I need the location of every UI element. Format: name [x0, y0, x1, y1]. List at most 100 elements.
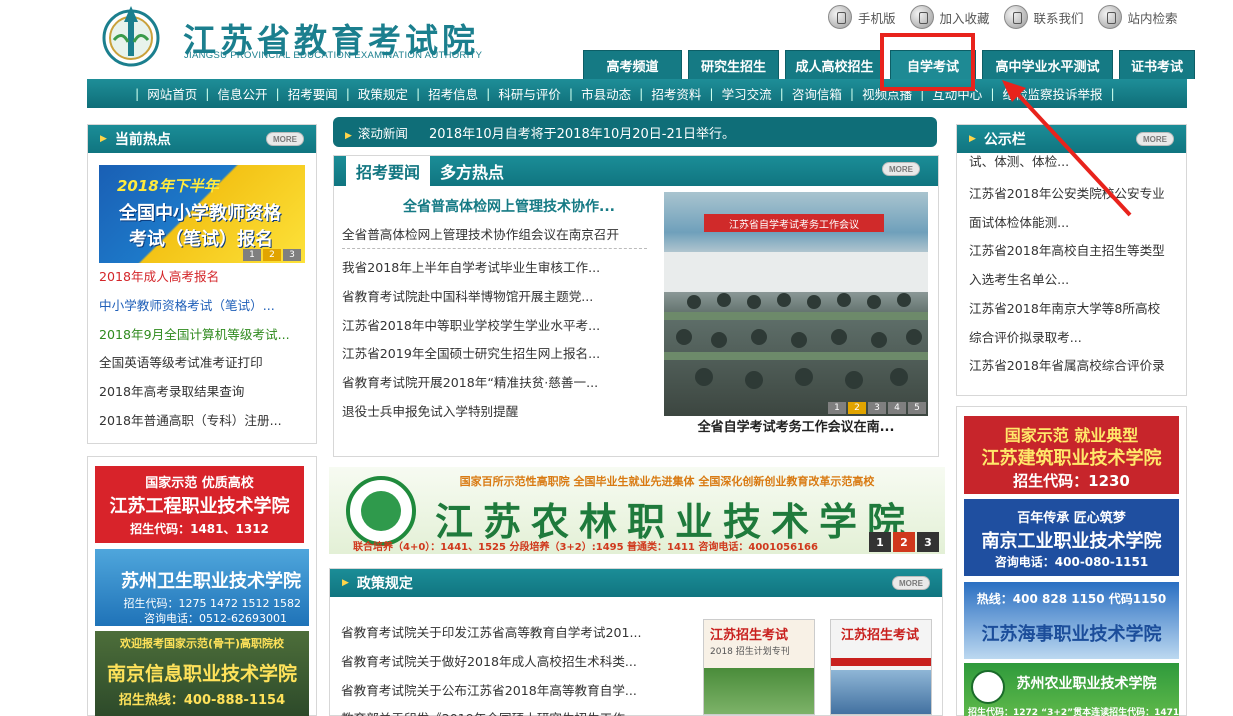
policy-item[interactable]: 省教育考试院关于做好2018年成人高校招生术科类...: [341, 648, 671, 677]
nav-county[interactable]: 市县动态: [581, 84, 631, 103]
policy-more-button[interactable]: MORE: [892, 576, 930, 590]
nav-mailbox[interactable]: 咨询信箱: [792, 84, 842, 103]
tab-exam-news[interactable]: 招考要闻: [346, 156, 431, 186]
news-item[interactable]: 省教育考试院赴中国科举博物馆开展主题党...: [342, 283, 647, 312]
logo-icon[interactable]: [100, 2, 162, 68]
nav-home[interactable]: 网站首页: [147, 84, 197, 103]
banner-line2: 全国中小学教师资格: [119, 203, 281, 224]
scroll-news-text[interactable]: 2018年10月自考将于2018年10月20日-21日举行。: [429, 123, 735, 142]
ad-jiangsu-maritime[interactable]: 热线：400 828 1150 代码1150 江苏海事职业技术学院: [964, 582, 1179, 659]
arrow-icon: ▶: [969, 134, 976, 144]
ad-line: 南京工业职业技术学院: [981, 531, 1162, 552]
news-photo[interactable]: 江苏省自学考试考务工作会议 1 2 3 4 5: [664, 192, 928, 416]
hot-title: 当前热点: [114, 132, 171, 148]
tab-academic-test[interactable]: 高中学业水平测试: [982, 50, 1113, 79]
policy-list: 省教育考试院关于印发江苏省高等教育自学考试201... 省教育考试院关于做好20…: [341, 619, 671, 716]
bulletin-item[interactable]: 入选考生名单公...: [957, 266, 1185, 295]
arrow-icon: ▶: [342, 578, 349, 588]
center-ad-pages: 1 2 3: [867, 532, 939, 552]
ad-suzhou-agriculture[interactable]: 苏州农业职业技术学院 招生代码：1272 “3+2”贯本连读招生代码：1471: [964, 663, 1179, 716]
mobile-label: 手机版: [858, 10, 896, 26]
news-item[interactable]: 我省2018年上半年自学考试毕业生审核工作...: [342, 254, 647, 283]
magazine-title: 江苏招生考试: [841, 628, 920, 643]
photo-dot[interactable]: 5: [908, 402, 926, 414]
photo-caption[interactable]: 全省自学考试考务工作会议在南...: [664, 416, 928, 435]
banner-dot[interactable]: 1: [243, 249, 261, 261]
hot-item[interactable]: 2018年9月全国计算机等级考试...: [99, 321, 309, 350]
tab-hot-spots[interactable]: 多方热点: [430, 156, 514, 186]
tab-certificate[interactable]: 证书考试: [1119, 50, 1195, 79]
ad-jiangsu-engineering[interactable]: 国家示范 优质高校 江苏工程职业技术学院 招生代码：1481、1312: [95, 466, 304, 543]
nav-exchange[interactable]: 学习交流: [722, 84, 772, 103]
tab-gaokao[interactable]: 高考频道: [583, 50, 682, 79]
mobile-link[interactable]: 手机版: [828, 5, 896, 29]
nav-exam-info[interactable]: 招考信息: [428, 84, 478, 103]
photo-dot[interactable]: 3: [868, 402, 886, 414]
nav-news[interactable]: 招考要闻: [288, 84, 338, 103]
magazine-cover-2[interactable]: 江苏招生考试: [830, 619, 932, 715]
home-icon: [1003, 5, 1028, 29]
photo-dots: 1 2 3 4 5: [826, 402, 926, 414]
news-item[interactable]: 江苏省2018年中等职业学校学生学业水平考...: [342, 312, 647, 341]
banner-line3: 考试（笔试）报名: [129, 229, 273, 250]
policy-item[interactable]: 省教育考试院关于印发江苏省高等教育自学考试201...: [341, 619, 671, 648]
tab-adult[interactable]: 成人高校招生: [785, 50, 884, 79]
contact-link[interactable]: 联系我们: [1003, 5, 1084, 29]
photo-dot[interactable]: 2: [848, 402, 866, 414]
site-search-link[interactable]: 站内检索: [1097, 5, 1178, 29]
bulletin-item[interactable]: 江苏省2018年南京大学等8所高校: [957, 295, 1185, 324]
news-item[interactable]: 退役士兵申报免试入学特别提醒: [342, 398, 647, 427]
search-icon: [1097, 5, 1122, 29]
hot-item[interactable]: 2018年普通高职（专科）注册...: [99, 407, 309, 436]
scroll-label-text: 滚动新闻: [357, 125, 408, 141]
bulletin-more-button[interactable]: MORE: [1136, 132, 1174, 146]
bookmark-link[interactable]: 加入收藏: [909, 5, 990, 29]
ad-nanjing-info[interactable]: 欢迎报考国家示范(骨干)高职院校 南京信息职业技术学院 招生热线：400-888…: [95, 631, 309, 716]
banner-dot[interactable]: 3: [283, 249, 301, 261]
arrow-icon: ▶: [100, 134, 107, 144]
hot-item[interactable]: 2018年成人高考报名: [99, 263, 309, 292]
hot-more-button[interactable]: MORE: [266, 132, 304, 146]
nav-info[interactable]: 信息公开: [217, 84, 267, 103]
nav-complaint[interactable]: 纪检监察投诉举报: [1003, 84, 1103, 103]
policy-item[interactable]: 教育部关于印发《2019年全国硕士研究生招生工作...: [341, 705, 671, 716]
bulletin-item[interactable]: 江苏省2018年省属高校综合评价录: [957, 352, 1185, 381]
nav-research[interactable]: 科研与评价: [498, 84, 561, 103]
hot-banner[interactable]: 2018年下半年 全国中小学教师资格 考试（笔试）报名 1 2 3: [99, 165, 305, 263]
hot-item[interactable]: 2018年高考录取结果查询: [99, 378, 309, 407]
tab-graduate[interactable]: 研究生招生: [688, 50, 779, 79]
ad-page-button[interactable]: 2: [893, 532, 915, 552]
news-main-item[interactable]: 全省普高体检网上管理技术协作组会议在南京召开: [342, 224, 647, 249]
bulletin-item[interactable]: 综合评价拟录取考...: [957, 324, 1185, 353]
banner-dot[interactable]: 2: [263, 249, 281, 261]
bulletin-item[interactable]: 试、体测、体检...: [957, 155, 1185, 169]
policy-panel-header: ▶ 政策规定 MORE: [330, 569, 942, 597]
hot-panel-header: ▶ 当前热点 MORE: [88, 125, 316, 153]
ad-page-button[interactable]: 3: [917, 532, 939, 552]
magazine-cover-1[interactable]: 江苏招生考试 2018 招生计划专刊: [703, 619, 815, 715]
ad-line: 招生代码：1481、1312: [130, 522, 269, 536]
bulletin-panel: ▶ 公示栏 MORE 试、体测、体检... 江苏省2018年公安类院校公安专业 …: [956, 124, 1187, 396]
photo-dot[interactable]: 1: [828, 402, 846, 414]
ad-line: 招生热线：400-888-1154: [118, 693, 286, 708]
bulletin-item[interactable]: 江苏省2018年高校自主招生等类型: [957, 237, 1185, 266]
ad-suzhou-health[interactable]: 苏州卫生职业技术学院 招生代码：1275 1472 1512 1582 咨询电话…: [95, 549, 309, 626]
news-item[interactable]: 江苏省2019年全国硕士研究生招生网上报名...: [342, 340, 647, 369]
ad-nanjing-industrial[interactable]: 百年传承 匠心筑梦 南京工业职业技术学院 咨询电话：400-080-1151: [964, 499, 1179, 576]
ad-line: 国家示范 优质高校: [145, 476, 254, 491]
ad-jiangsu-architecture[interactable]: 国家示范 就业典型 江苏建筑职业技术学院 招生代码：1230: [964, 416, 1179, 494]
ad-page-button[interactable]: 1: [869, 532, 891, 552]
policy-item[interactable]: 省教育考试院关于公布江苏省2018年高等教育自学...: [341, 677, 671, 706]
bulletin-item[interactable]: 面试体检体能测...: [957, 209, 1185, 238]
nav-materials[interactable]: 招考资料: [651, 84, 701, 103]
nav-policy[interactable]: 政策规定: [358, 84, 408, 103]
bulletin-item[interactable]: 江苏省2018年公安类院校公安专业: [957, 180, 1185, 209]
hot-item[interactable]: 中小学教师资格考试（笔试）...: [99, 292, 309, 321]
news-headline[interactable]: 全省普高体检网上管理技术协作...: [354, 196, 664, 216]
ad-jiangsu-agri-forestry[interactable]: 国家百所示范性高职院 全国毕业生就业先进集体 全国深化创新创业教育改革示范高校 …: [329, 467, 945, 554]
news-more-button[interactable]: MORE: [882, 162, 920, 176]
news-item[interactable]: 省教育考试院开展2018年“精准扶贫·慈善一...: [342, 369, 647, 398]
hot-item[interactable]: 全国英语等级考试准考证打印: [99, 349, 309, 378]
photo-dot[interactable]: 4: [888, 402, 906, 414]
ad-line: 招生代码：1230: [1013, 472, 1130, 490]
